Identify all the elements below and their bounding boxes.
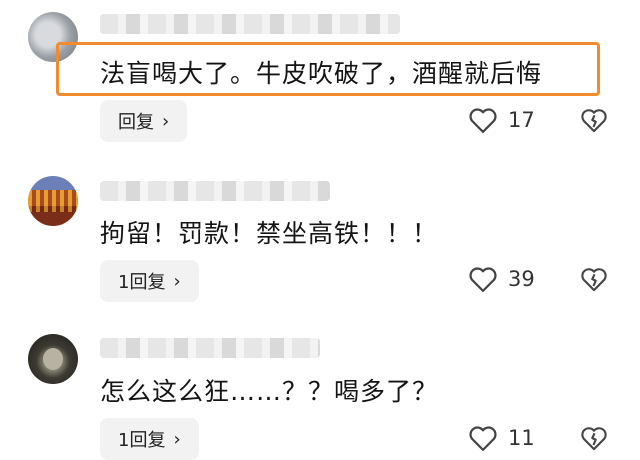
username-blurred[interactable]	[100, 181, 330, 201]
username-blurred[interactable]	[100, 14, 400, 34]
comment-text: 拘留！罚款！禁坐高铁！！！	[100, 219, 439, 248]
heart-outline-icon	[469, 267, 497, 292]
dislike-button[interactable]	[580, 106, 608, 138]
reply-label: 1回复	[118, 430, 166, 451]
username-blurred[interactable]	[100, 338, 320, 358]
heart-outline-icon	[469, 108, 497, 133]
broken-heart-icon	[581, 268, 607, 292]
chevron-right-icon: ›	[173, 270, 181, 292]
reply-button[interactable]: 回复 ›	[100, 100, 188, 142]
like-button[interactable]: 39	[468, 265, 535, 293]
broken-heart-icon	[581, 109, 607, 133]
heart-outline-icon	[469, 426, 497, 451]
dislike-button[interactable]	[580, 424, 608, 456]
avatar[interactable]	[28, 176, 78, 226]
comment-text: 法盲喝大了。牛皮吹破了，酒醒就后悔	[100, 59, 543, 88]
like-button[interactable]: 17	[468, 106, 535, 134]
like-button[interactable]: 11	[468, 424, 535, 452]
broken-heart-icon	[581, 427, 607, 451]
reply-button[interactable]: 1回复 ›	[100, 260, 199, 302]
reply-button[interactable]: 1回复 ›	[100, 418, 199, 460]
like-count: 11	[508, 426, 535, 450]
reply-label: 回复	[118, 112, 154, 133]
chevron-right-icon: ›	[162, 110, 170, 132]
like-count: 39	[508, 267, 535, 291]
comment-text: 怎么这么狂……？？喝多了？	[100, 377, 439, 406]
avatar[interactable]	[28, 334, 78, 384]
dislike-button[interactable]	[580, 265, 608, 297]
like-count: 17	[508, 108, 535, 132]
reply-label: 1回复	[118, 272, 166, 293]
chevron-right-icon: ›	[173, 428, 181, 450]
